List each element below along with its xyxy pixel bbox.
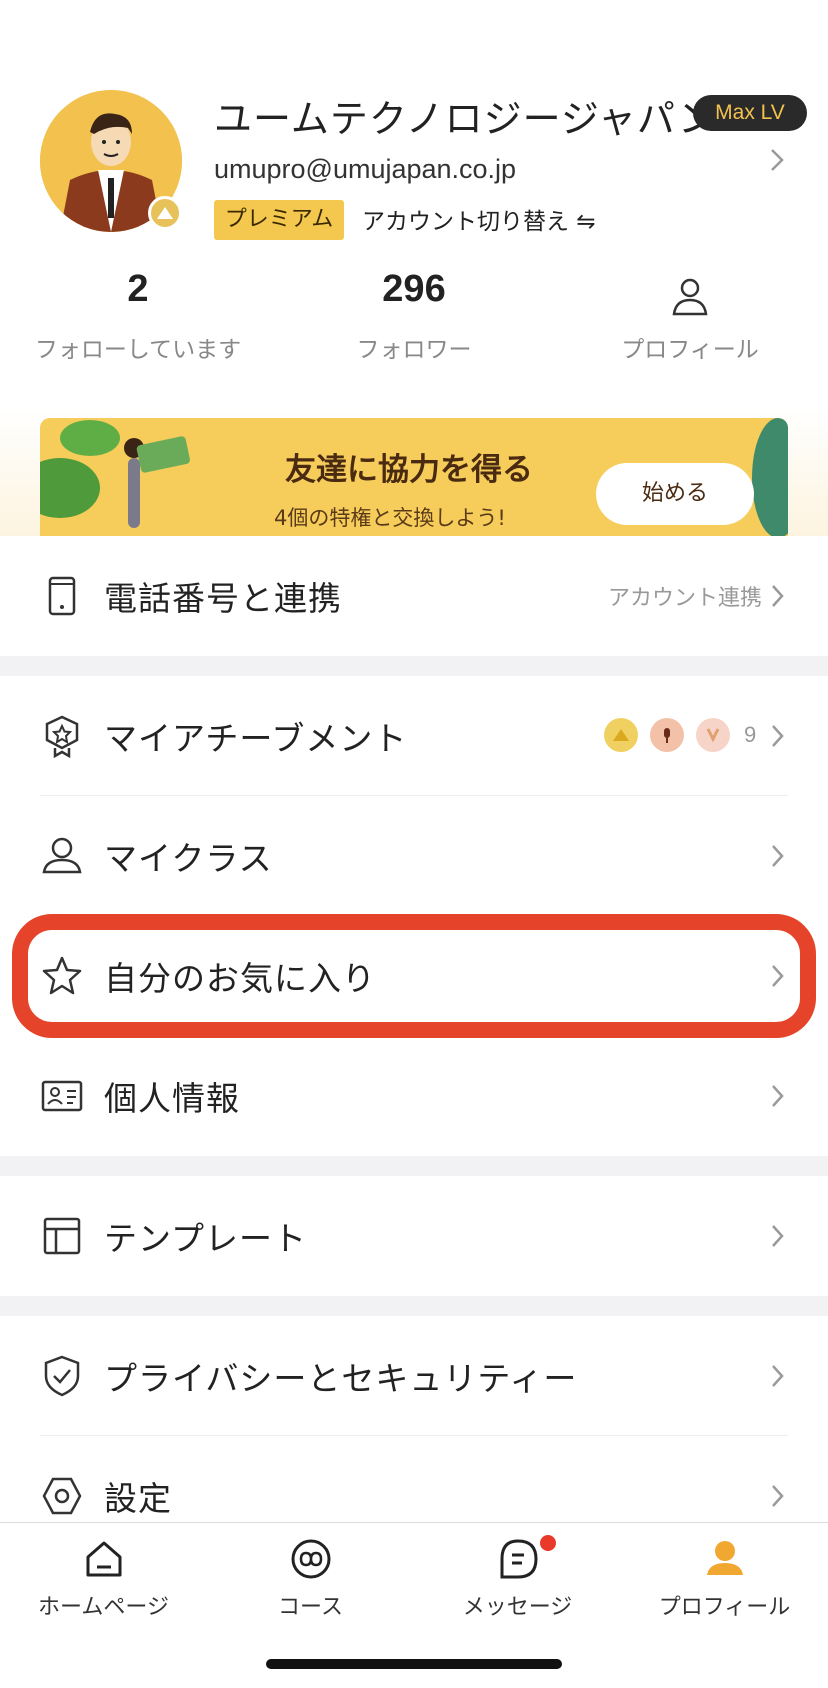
notification-dot — [540, 1535, 556, 1551]
profile-email: umupro@umujapan.co.jp — [214, 154, 517, 184]
menu-label: マイアチーブメント — [104, 719, 408, 758]
badge-icon — [45, 715, 79, 758]
person-outline-icon — [672, 278, 708, 316]
message-icon — [500, 1539, 538, 1579]
menu-label: マイクラス — [104, 839, 273, 878]
microphone-medal-icon — [650, 718, 684, 752]
achievement-count: 9 — [744, 722, 757, 747]
phone-icon — [48, 576, 76, 616]
shield-check-icon — [44, 1355, 80, 1397]
person-icon — [706, 1541, 743, 1575]
star-icon — [42, 956, 82, 995]
person-class-icon — [42, 837, 82, 874]
profile-label: プロフィール — [621, 337, 759, 363]
chevron-right-icon — [772, 1485, 784, 1507]
section-divider — [0, 656, 828, 676]
template-icon — [43, 1217, 81, 1255]
menu-label: 自分のお気に入り — [104, 959, 376, 998]
gold-medal-icon — [604, 718, 638, 752]
achievement-medals: 9 — [604, 718, 756, 752]
stat-followers[interactable]: 296 フォロワー — [294, 268, 534, 364]
chevron-right-icon — [772, 845, 784, 867]
menu-row-privacy[interactable]: プライバシーとセキュリティー — [0, 1316, 828, 1436]
section-divider — [0, 1296, 828, 1316]
tab-label: メッセージ — [462, 1595, 573, 1620]
tab-label: プロフィール — [658, 1595, 791, 1620]
menu-label: プライバシーとセキュリティー — [104, 1359, 578, 1398]
profile-header: ユームテクノロジージャパン Max LV umupro@umujapan.co.… — [0, 0, 828, 420]
level-medal-icon — [148, 196, 182, 230]
menu-label: 電話番号と連携 — [104, 579, 342, 618]
menu-row-template[interactable]: テンプレート — [0, 1176, 828, 1296]
section-divider — [0, 1156, 828, 1176]
invite-banner[interactable]: 友達に協力を得る 4個の特権と交換しよう! 始める — [40, 418, 788, 536]
chevron-right-icon[interactable] — [768, 144, 788, 176]
premium-badge: プレミアム — [214, 200, 344, 240]
infinity-icon — [291, 1539, 330, 1579]
stat-profile[interactable]: プロフィール — [570, 268, 810, 364]
banner-subtitle: 4個の特権と交換しよう! — [274, 506, 506, 530]
chevron-right-icon — [772, 1365, 784, 1387]
menu-label: 設定 — [104, 1479, 172, 1518]
chevron-right-icon — [772, 725, 784, 747]
tab-message[interactable]: メッセージ — [414, 1523, 621, 1643]
home-icon — [86, 1541, 121, 1577]
menu-label: テンプレート — [104, 1219, 308, 1258]
menu-row-myclass[interactable]: マイクラス — [0, 796, 828, 916]
id-card-icon — [41, 1080, 83, 1112]
invite-banner-area: 友達に協力を得る 4個の特権と交換しよう! 始める — [0, 408, 828, 536]
tab-course[interactable]: コース — [207, 1523, 414, 1643]
tab-label: ホームページ — [38, 1595, 169, 1620]
following-count: 2 — [127, 268, 149, 310]
menu-row-achievement[interactable]: マイアチーブメント 9 — [0, 676, 828, 796]
profile-name: ユームテクノロジージャパン — [214, 97, 717, 141]
chevron-right-icon — [772, 1085, 784, 1107]
level-badge: Max LV — [693, 95, 807, 131]
chevron-right-icon — [772, 585, 784, 607]
tab-home[interactable]: ホームページ — [0, 1523, 207, 1643]
ribbon-medal-icon — [696, 718, 730, 752]
stat-following[interactable]: 2 フォローしています — [18, 268, 258, 364]
chevron-right-icon — [772, 965, 784, 987]
chevron-right-icon — [772, 1225, 784, 1247]
menu-row-favorites[interactable]: 自分のお気に入り — [0, 916, 828, 1036]
following-label: フォローしています — [34, 337, 242, 363]
home-indicator[interactable] — [266, 1659, 562, 1669]
menu-row-phone[interactable]: 電話番号と連携 アカウント連携 — [0, 536, 828, 656]
tab-label: コース — [278, 1595, 343, 1620]
followers-label: フォロワー — [356, 337, 472, 363]
menu-label: 個人情報 — [104, 1079, 240, 1118]
switch-account-link[interactable]: アカウント切り替え ⇋ — [362, 202, 596, 236]
tab-profile[interactable]: プロフィール — [621, 1523, 828, 1643]
leaf-decoration-icon — [40, 420, 190, 528]
gear-icon — [42, 1477, 82, 1515]
followers-count: 296 — [382, 268, 446, 310]
start-button[interactable]: 始める — [596, 463, 754, 525]
account-link-text: アカウント連携 — [607, 586, 762, 611]
banner-title: 友達に協力を得る — [285, 452, 533, 488]
menu-row-personal[interactable]: 個人情報 — [0, 1036, 828, 1156]
